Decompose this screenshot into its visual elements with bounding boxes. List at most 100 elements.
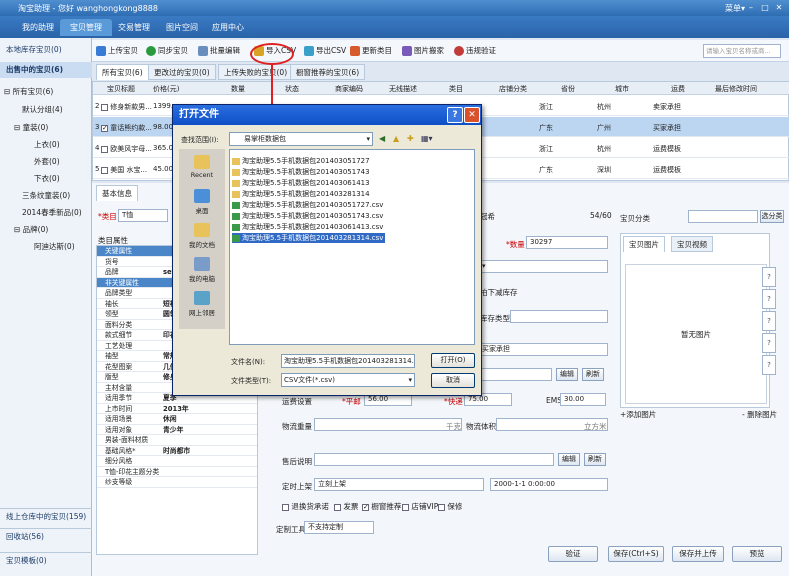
prop-row[interactable]: 适用对象 青少年 bbox=[97, 425, 257, 435]
tree-default[interactable]: 默认分组(4) bbox=[22, 104, 63, 115]
col-shop-cat[interactable]: 店铺分类 bbox=[499, 84, 527, 94]
verify-button[interactable]: 验证 bbox=[548, 546, 598, 562]
col-province[interactable]: 省份 bbox=[561, 84, 575, 94]
tree-coat[interactable]: 外套(0) bbox=[34, 156, 60, 167]
tab-all-items[interactable]: 所有宝贝(6) bbox=[96, 64, 149, 80]
cancel-button[interactable]: 取消 bbox=[431, 373, 475, 388]
upload-button[interactable]: 上传宝贝 bbox=[96, 44, 138, 58]
weight-field[interactable] bbox=[314, 418, 462, 431]
tree-stripes[interactable]: 三条纹童装(0) bbox=[22, 190, 70, 201]
freight-edit-button[interactable]: 编辑 bbox=[556, 368, 578, 381]
freight-refresh-button[interactable]: 刷新 bbox=[582, 368, 604, 381]
prop-row[interactable]: 适用场景 休闲 bbox=[97, 414, 257, 425]
option-return[interactable]: 退换货承诺 bbox=[282, 501, 329, 512]
schedule-select[interactable]: 立刻上架 bbox=[314, 478, 484, 491]
row-checkbox[interactable] bbox=[101, 166, 108, 174]
filetype-select[interactable]: CSV文件(*.csv) ▾ bbox=[281, 373, 415, 387]
close-icon[interactable]: ✕ bbox=[773, 2, 785, 13]
image-slot-5[interactable]: ? bbox=[762, 355, 776, 375]
image-slot-4[interactable]: ? bbox=[762, 333, 776, 353]
nav-tab-trade[interactable]: 交易管理 bbox=[108, 19, 160, 36]
tree-brand[interactable]: ⊟ 品牌(0) bbox=[14, 224, 48, 235]
file-item[interactable]: 淘宝助理5.5手机数据包201403281314 bbox=[232, 189, 372, 199]
col-wireless[interactable]: 无线描述 bbox=[389, 84, 417, 94]
sync-button[interactable]: 同步宝贝 bbox=[146, 44, 188, 58]
new-folder-icon[interactable]: ✚ bbox=[407, 134, 414, 143]
search-input[interactable]: 请输入宝贝名称或商... bbox=[703, 44, 781, 58]
place-documents[interactable]: 我的文档 bbox=[179, 223, 225, 249]
up-folder-icon[interactable]: ▲ bbox=[393, 134, 399, 143]
tab-changed-items[interactable]: 更改过的宝贝(0) bbox=[148, 64, 216, 80]
col-title[interactable]: 宝贝标题 bbox=[107, 84, 135, 94]
stock-type-select[interactable] bbox=[510, 310, 608, 323]
file-item[interactable]: 淘宝助理5.5手机数据包201403061413.csv bbox=[232, 222, 385, 232]
row-checkbox[interactable]: ✓ bbox=[101, 124, 108, 132]
option-warranty-checkbox[interactable] bbox=[438, 503, 445, 511]
stock-select[interactable]: ▾ bbox=[478, 260, 608, 273]
add-image-button[interactable]: +添加图片 bbox=[620, 409, 656, 420]
image-move-button[interactable]: 图片搬家 bbox=[402, 44, 444, 58]
nav-tab-assistant[interactable]: 我的助理 bbox=[12, 19, 64, 36]
image-slot-3[interactable]: ? bbox=[762, 311, 776, 331]
col-price[interactable]: 价格(元) bbox=[153, 84, 179, 94]
place-recent[interactable]: Recent bbox=[179, 155, 225, 179]
sidebar-selling[interactable]: 出售中的宝贝(6) bbox=[0, 62, 92, 78]
prop-row[interactable]: 纱支等级 bbox=[97, 477, 257, 488]
place-desktop[interactable]: 桌面 bbox=[179, 189, 225, 215]
prop-row[interactable]: T恤-印花主题分类 bbox=[97, 467, 257, 477]
after-sale-edit-button[interactable]: 编辑 bbox=[558, 453, 580, 466]
tree-top[interactable]: 上衣(0) bbox=[34, 139, 60, 150]
sidebar-warehouse[interactable]: 线上仓库中的宝贝(159) bbox=[0, 508, 92, 524]
dialog-close-icon[interactable]: ✕ bbox=[464, 107, 480, 123]
sidebar-template[interactable]: 宝贝模板(0) bbox=[0, 552, 92, 568]
tree-bottom[interactable]: 下衣(0) bbox=[34, 173, 60, 184]
nav-tab-items[interactable]: 宝贝管理 bbox=[60, 19, 112, 36]
main-menu[interactable]: 菜单▾ bbox=[725, 3, 745, 14]
sidebar-recycle[interactable]: 回收站(56) bbox=[0, 528, 92, 544]
row-checkbox[interactable] bbox=[101, 103, 108, 111]
nav-tab-images[interactable]: 图片空间 bbox=[156, 19, 208, 36]
sidebar-local[interactable]: 本地库存宝贝(0) bbox=[0, 42, 92, 58]
image-slot-2[interactable]: ? bbox=[762, 289, 776, 309]
prop-row[interactable]: 基础风格* 时尚都市 bbox=[97, 446, 257, 456]
col-city[interactable]: 城市 bbox=[615, 84, 629, 94]
place-network[interactable]: 网上邻居 bbox=[179, 291, 225, 317]
place-computer[interactable]: 我的电脑 bbox=[179, 257, 225, 283]
option-warranty[interactable]: 保修 bbox=[438, 501, 462, 512]
filename-input[interactable]: 淘宝助理5.5手机数据包201403281314.csv" bbox=[281, 354, 415, 368]
col-modified[interactable]: 最后修改时间 bbox=[715, 84, 757, 94]
update-category-button[interactable]: 更新类目 bbox=[350, 44, 392, 58]
tab-failed-items[interactable]: 上传失败的宝贝(0) bbox=[218, 64, 294, 80]
option-invoice[interactable]: 发票 bbox=[334, 501, 358, 512]
option-invoice-checkbox[interactable] bbox=[334, 503, 341, 511]
option-vip[interactable]: 店铺VIP bbox=[402, 501, 438, 512]
prop-row[interactable]: 男装-面料材质 bbox=[97, 435, 257, 446]
tree-all[interactable]: ⊟ 所有宝贝(6) bbox=[4, 86, 53, 97]
option-return-checkbox[interactable] bbox=[282, 503, 289, 511]
col-qty[interactable]: 数量 bbox=[231, 84, 245, 94]
delete-image-button[interactable]: - 删除图片 bbox=[742, 409, 777, 420]
option-showcase-checkbox[interactable]: ✓ bbox=[362, 503, 369, 511]
preview-button[interactable]: 预览 bbox=[732, 546, 782, 562]
category-field[interactable]: T恤 bbox=[118, 209, 168, 222]
tab-basic-info[interactable]: 基本信息 bbox=[96, 185, 138, 201]
tree-kids[interactable]: ⊟ 童装(0) bbox=[14, 122, 48, 133]
back-icon[interactable]: ◀ bbox=[379, 134, 385, 143]
prop-row[interactable]: 上市时间 2013年 bbox=[97, 404, 257, 414]
file-item[interactable]: 淘宝助理5.5手机数据包201403061413 bbox=[232, 178, 372, 188]
image-slot-1[interactable]: ? bbox=[762, 267, 776, 287]
prop-row[interactable]: 细分风格 bbox=[97, 456, 257, 467]
col-code[interactable]: 商家编码 bbox=[335, 84, 363, 94]
file-item[interactable]: 淘宝助理5.5手机数据包201403051743 bbox=[232, 167, 372, 177]
after-sale-refresh-button[interactable]: 刷新 bbox=[584, 453, 606, 466]
option-vip-checkbox[interactable] bbox=[402, 503, 409, 511]
custom-select[interactable]: 不支持定制 bbox=[304, 521, 374, 534]
file-item[interactable]: 淘宝助理5.5手机数据包201403281314.csv bbox=[232, 233, 386, 243]
schedule-time-field[interactable]: 2000-1-1 0:00:00 bbox=[490, 478, 608, 491]
lookin-select[interactable]: 易掌柜数据包 ▾ bbox=[229, 132, 373, 146]
shop-cat-field[interactable] bbox=[688, 210, 758, 223]
tab-item-video[interactable]: 宝贝视频 bbox=[671, 236, 713, 252]
export-csv-button[interactable]: 导出CSV bbox=[304, 44, 346, 58]
freight-payer-select[interactable]: 买家承担 bbox=[478, 343, 608, 356]
freight-template-select[interactable] bbox=[478, 368, 552, 381]
